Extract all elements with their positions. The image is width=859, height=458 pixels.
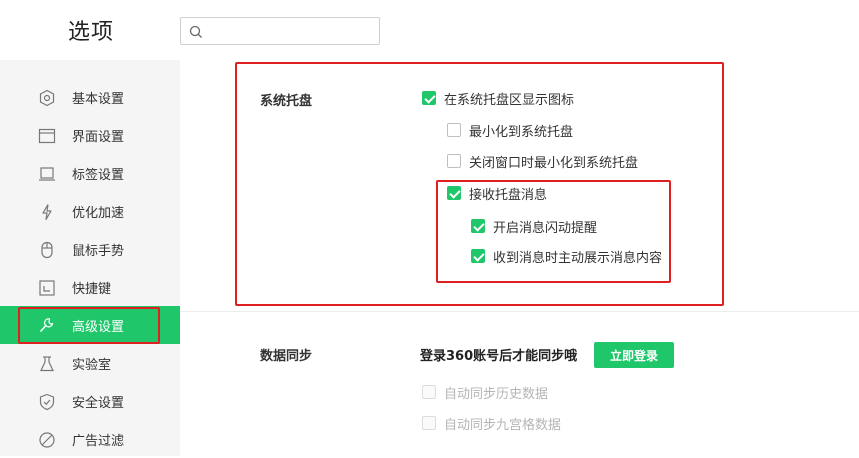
option-label: 自动同步历史数据 <box>444 386 549 402</box>
sidebar-item-label: 优化加速 <box>72 206 125 221</box>
sidebar-item-security-settings[interactable]: 安全设置 <box>0 382 180 420</box>
sidebar: 基本设置 界面设置 标签设置 优化加速 鼠标手势 快捷键 高级设置 实验室 安全… <box>0 60 180 456</box>
flask-icon <box>38 355 56 373</box>
sidebar-item-label: 鼠标手势 <box>72 244 125 259</box>
sidebar-item-interface-settings[interactable]: 界面设置 <box>0 116 180 154</box>
sidebar-item-label: 广告过滤 <box>72 434 125 449</box>
window-icon <box>38 127 56 145</box>
sidebar-item-lab[interactable]: 实验室 <box>0 344 180 382</box>
option-show-tray-icon[interactable]: 在系统托盘区显示图标 <box>422 89 575 108</box>
option-label: 接收托盘消息 <box>469 187 548 203</box>
sidebar-item-label: 标签设置 <box>72 168 125 183</box>
sidebar-item-label: 实验室 <box>72 358 112 373</box>
search-icon <box>189 24 203 38</box>
option-label: 开启消息闪动提醒 <box>493 220 598 236</box>
checkbox[interactable] <box>422 91 436 105</box>
sidebar-item-label: 快捷键 <box>72 282 112 297</box>
sidebar-item-label: 安全设置 <box>72 396 125 411</box>
shield-icon <box>38 393 56 411</box>
wrench-icon <box>38 317 56 335</box>
option-receive-tray-messages[interactable]: 接收托盘消息 <box>447 184 548 203</box>
checkbox[interactable] <box>447 186 461 200</box>
option-label: 收到消息时主动展示消息内容 <box>493 250 663 266</box>
option-sync-history[interactable]: 自动同步历史数据 <box>422 383 549 402</box>
option-minimize-to-tray[interactable]: 最小化到系统托盘 <box>447 121 574 140</box>
login-button[interactable]: 立即登录 <box>594 342 674 368</box>
sidebar-item-label: 高级设置 <box>72 320 125 335</box>
search-input[interactable] <box>180 17 380 45</box>
lightning-icon <box>38 203 56 221</box>
option-close-minimize-to-tray[interactable]: 关闭窗口时最小化到系统托盘 <box>447 152 639 171</box>
hexagon-gear-icon <box>38 89 56 107</box>
section-divider <box>180 311 859 312</box>
checkbox[interactable] <box>447 123 461 137</box>
checkbox[interactable] <box>471 249 485 263</box>
sidebar-item-basic-settings[interactable]: 基本设置 <box>0 78 180 116</box>
checkbox[interactable] <box>422 416 436 430</box>
option-label: 在系统托盘区显示图标 <box>444 92 575 108</box>
sidebar-item-optimize[interactable]: 优化加速 <box>0 192 180 230</box>
option-message-flash[interactable]: 开启消息闪动提醒 <box>471 217 598 236</box>
option-label: 自动同步九宫格数据 <box>444 417 562 433</box>
sidebar-item-label: 界面设置 <box>72 130 125 145</box>
page-title: 选项 <box>68 20 115 45</box>
sync-login-prompt: 登录360账号后才能同步哦 <box>420 349 578 364</box>
section-title-tray: 系统托盘 <box>260 94 313 109</box>
option-sync-speed-dial[interactable]: 自动同步九宫格数据 <box>422 414 562 433</box>
checkbox[interactable] <box>422 385 436 399</box>
tab-icon <box>38 165 56 183</box>
block-icon <box>38 431 56 449</box>
keyboard-shortcut-icon <box>38 279 56 297</box>
sidebar-item-label: 基本设置 <box>72 92 125 107</box>
header: 选项 <box>0 0 859 60</box>
sidebar-item-ad-filter[interactable]: 广告过滤 <box>0 420 180 458</box>
option-label: 最小化到系统托盘 <box>469 124 574 140</box>
sidebar-item-tab-settings[interactable]: 标签设置 <box>0 154 180 192</box>
sidebar-item-shortcuts[interactable]: 快捷键 <box>0 268 180 306</box>
sidebar-item-mouse-gestures[interactable]: 鼠标手势 <box>0 230 180 268</box>
mouse-icon <box>38 241 56 259</box>
checkbox[interactable] <box>447 154 461 168</box>
section-title-sync: 数据同步 <box>260 349 313 364</box>
checkbox[interactable] <box>471 219 485 233</box>
option-label: 关闭窗口时最小化到系统托盘 <box>469 155 639 171</box>
option-show-message-content[interactable]: 收到消息时主动展示消息内容 <box>471 247 663 266</box>
sidebar-item-advanced-settings[interactable]: 高级设置 <box>0 306 180 344</box>
